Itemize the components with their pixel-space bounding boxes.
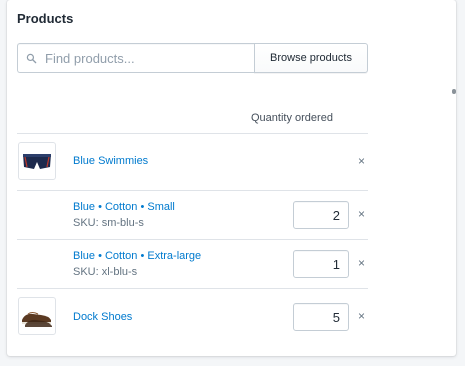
quantity-input[interactable] [293,201,349,229]
remove-variant-button[interactable]: × [358,257,365,269]
dock-shoes-image [22,312,52,327]
quantity-input[interactable] [293,303,349,331]
divider [17,190,368,191]
variant-link[interactable]: Blue • Cotton • Small [73,201,175,213]
remove-variant-button[interactable]: × [358,208,365,220]
search-icon [26,53,37,63]
scrollbar-thumb[interactable] [452,89,456,94]
variant-sku: SKU: sm-blu-s [73,217,144,229]
remove-product-button[interactable]: × [358,310,365,322]
swim-shorts-thumbnail [18,142,56,180]
browse-products-button[interactable]: Browse products [254,43,368,73]
divider [17,288,368,289]
quantity-input[interactable] [293,250,349,278]
variant-link[interactable]: Blue • Cotton • Extra-large [73,250,201,262]
product-link-dock-shoes[interactable]: Dock Shoes [73,311,132,323]
variant-sku: SKU: xl-blu-s [73,266,138,278]
product-search-row: Browse products [17,43,368,73]
remove-product-button[interactable]: × [358,155,365,167]
divider [17,133,368,134]
search-field[interactable] [17,43,254,73]
card-title: Products [17,11,74,26]
dock-shoes-thumbnail [18,297,56,335]
products-card: Products Browse products Quantity ordere… [7,0,456,356]
divider [17,239,368,240]
search-input[interactable] [37,49,227,67]
quantity-column-header: Quantity ordered [251,112,333,124]
swim-shorts-image [23,154,51,169]
product-link-blue-swimmies[interactable]: Blue Swimmies [73,155,148,167]
